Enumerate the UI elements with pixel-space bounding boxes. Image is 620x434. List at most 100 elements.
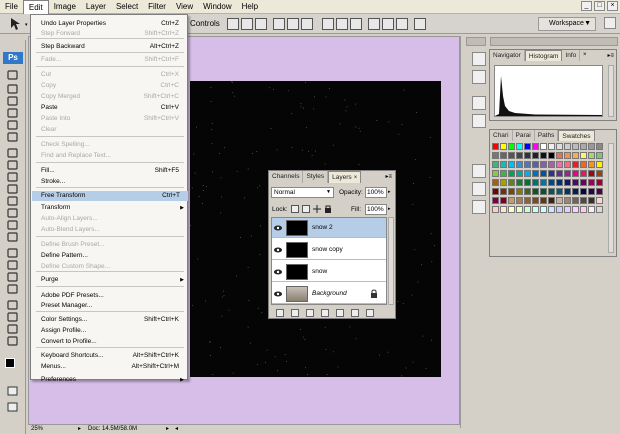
auto-align-icon[interactable] — [414, 18, 426, 30]
color-swatch[interactable] — [572, 197, 579, 204]
crop-tool-icon[interactable] — [6, 120, 19, 130]
tab-parai[interactable]: Parai — [513, 130, 535, 141]
color-swatch[interactable] — [556, 170, 563, 177]
color-swatch[interactable] — [524, 161, 531, 168]
dodge-tool-icon[interactable] — [6, 232, 19, 242]
menu-item-color-settings[interactable]: Color Settings... Shift+Ctrl+K — [41, 315, 187, 325]
shape-tool-icon[interactable] — [6, 284, 19, 294]
brush-tool-icon[interactable] — [6, 160, 19, 170]
eyedropper-tool-icon[interactable] — [6, 312, 19, 322]
color-swatch[interactable] — [588, 143, 595, 150]
layer-comps-panel-icon[interactable] — [472, 114, 486, 128]
scroll-left-icon[interactable]: ◂ — [175, 425, 178, 432]
color-swatch[interactable] — [492, 143, 499, 150]
color-swatch[interactable] — [500, 143, 507, 150]
workspace-button[interactable]: Workspace ▼ — [538, 17, 596, 31]
icon-dock-header[interactable] — [466, 37, 486, 46]
photoshop-logo[interactable]: Ps — [3, 52, 23, 64]
color-swatch[interactable] — [556, 188, 563, 195]
color-swatch[interactable] — [532, 197, 539, 204]
menu-item-step-backward[interactable]: Step Backward Alt+Ctrl+Z — [41, 42, 187, 52]
eye-icon[interactable] — [274, 224, 282, 232]
clone-stamp-tool-icon[interactable] — [6, 172, 19, 182]
color-swatch[interactable] — [548, 197, 555, 204]
tab-layers[interactable]: Layers × — [328, 171, 362, 183]
color-swatch[interactable] — [572, 161, 579, 168]
color-swatch[interactable] — [492, 179, 499, 186]
new-layer-icon[interactable] — [351, 309, 359, 317]
tab-info[interactable]: Info — [562, 50, 581, 61]
quick-mask-icon[interactable] — [6, 386, 19, 396]
slice-tool-icon[interactable] — [6, 132, 19, 142]
color-swatch[interactable] — [588, 206, 595, 213]
color-swatch[interactable] — [516, 170, 523, 177]
menu-item-assign-profile[interactable]: Assign Profile... — [41, 326, 187, 336]
layer-row[interactable]: snow — [272, 262, 386, 282]
close-icon[interactable]: × — [583, 52, 587, 58]
color-swatch[interactable] — [596, 170, 603, 177]
move-tool-icon[interactable] — [8, 17, 24, 31]
color-swatch[interactable] — [508, 197, 515, 204]
distribute-hcenter-icon[interactable] — [382, 18, 394, 30]
color-swatch[interactable] — [516, 206, 523, 213]
clone-source-panel-icon[interactable] — [472, 182, 486, 196]
color-swatch[interactable] — [532, 206, 539, 213]
color-swatch[interactable] — [532, 179, 539, 186]
zoom-tool-icon[interactable] — [6, 336, 19, 346]
color-swatch[interactable] — [500, 188, 507, 195]
panel-menu-icon[interactable]: ▸≡ — [607, 52, 614, 59]
color-swatch[interactable] — [548, 179, 555, 186]
menu-image[interactable]: Image — [49, 0, 81, 14]
color-swatch[interactable] — [572, 170, 579, 177]
align-left-icon[interactable] — [273, 18, 285, 30]
color-swatch[interactable] — [564, 152, 571, 159]
tab-chari[interactable]: Chari — [490, 130, 513, 141]
move-tool-icon[interactable] — [6, 70, 19, 80]
menu-view[interactable]: View — [171, 0, 198, 14]
menu-item-convert-to-profile[interactable]: Convert to Profile... — [41, 337, 187, 347]
panel-menu-icon[interactable]: ▸≡ — [385, 173, 392, 180]
actions-panel-icon[interactable] — [472, 70, 486, 84]
color-swatch[interactable] — [524, 143, 531, 150]
color-swatch[interactable] — [580, 143, 587, 150]
tab-channels[interactable]: Channels — [269, 171, 304, 183]
adjustment-layer-icon[interactable] — [321, 309, 329, 317]
color-swatch[interactable] — [524, 152, 531, 159]
color-swatch[interactable] — [596, 188, 603, 195]
close-icon[interactable]: × — [354, 175, 358, 181]
new-group-icon[interactable] — [336, 309, 344, 317]
color-swatch[interactable] — [516, 161, 523, 168]
color-swatch[interactable] — [564, 197, 571, 204]
color-swatch[interactable] — [508, 206, 515, 213]
color-swatch[interactable] — [500, 179, 507, 186]
notes-tool-icon[interactable] — [6, 300, 19, 310]
lasso-tool-icon[interactable] — [6, 96, 19, 106]
menu-item-menus[interactable]: Menus... Alt+Shift+Ctrl+M — [41, 362, 187, 372]
brushes-panel-icon[interactable] — [472, 164, 486, 178]
tab-navigator[interactable]: Navigator — [490, 50, 525, 61]
menu-item-stroke[interactable]: Stroke... — [41, 177, 187, 187]
fill-slider-arrow-icon[interactable]: ▸ — [388, 206, 391, 212]
layers-scrollbar[interactable] — [388, 217, 394, 305]
color-swatch[interactable] — [556, 206, 563, 213]
color-swatch[interactable] — [580, 161, 587, 168]
minimize-button[interactable]: _ — [581, 1, 592, 11]
color-swatch[interactable] — [572, 206, 579, 213]
color-swatch[interactable] — [540, 152, 547, 159]
lock-all-icon[interactable] — [324, 205, 332, 213]
color-swatch[interactable] — [516, 188, 523, 195]
color-swatch[interactable] — [572, 188, 579, 195]
color-swatch[interactable] — [500, 170, 507, 177]
path-selection-tool-icon[interactable] — [6, 272, 19, 282]
show-transform-controls-label[interactable]: Controls — [190, 19, 220, 28]
histogram-scrollbar[interactable] — [608, 65, 614, 117]
color-swatch[interactable] — [556, 197, 563, 204]
lock-image-icon[interactable] — [302, 205, 310, 213]
tool-preset-arrow-icon[interactable]: ▾ — [25, 22, 28, 28]
magic-wand-tool-icon[interactable] — [6, 108, 19, 118]
color-swatch[interactable] — [492, 188, 499, 195]
color-swatch[interactable] — [540, 179, 547, 186]
menu-item-transform[interactable]: Transform ▶ — [41, 203, 187, 213]
color-swatch[interactable] — [492, 152, 499, 159]
menu-item-paste[interactable]: Paste Ctrl+V — [41, 103, 187, 113]
